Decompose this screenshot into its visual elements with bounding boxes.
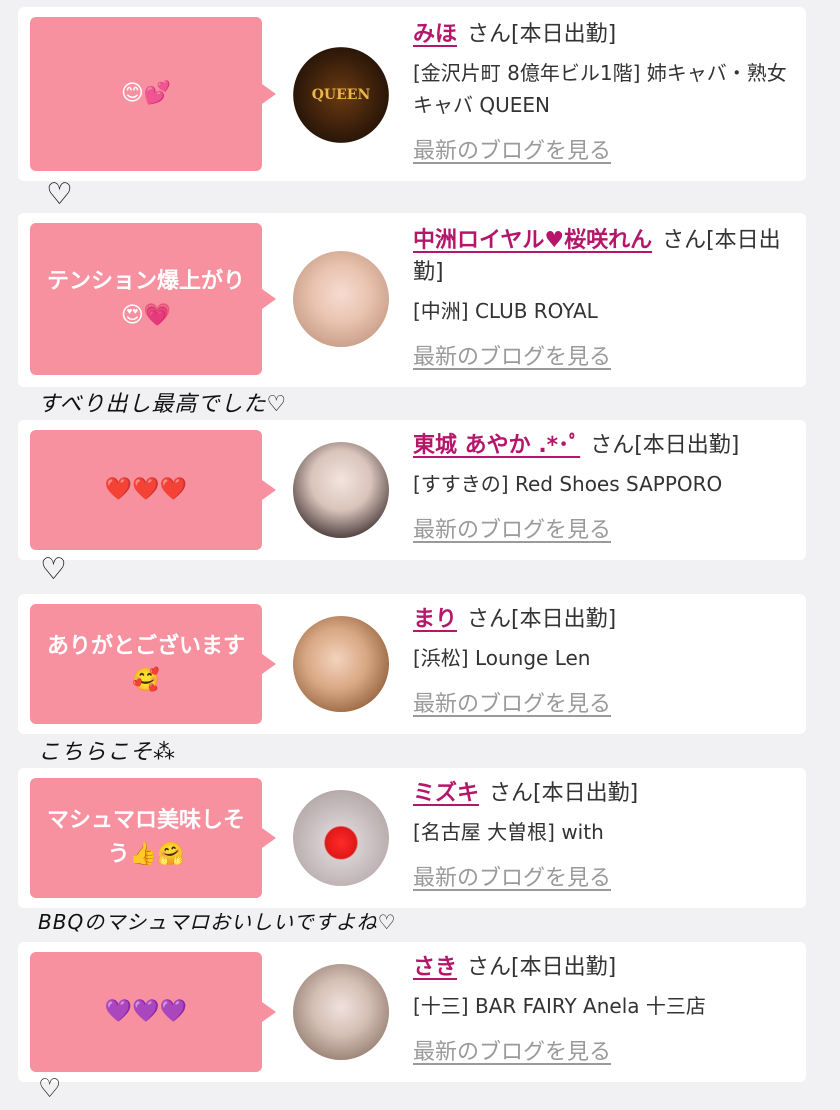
blog-link[interactable]: 最新のブログを見る [413, 339, 611, 371]
blog-link[interactable]: 最新のブログを見る [413, 686, 611, 718]
message-bubble: ありがとございます🥰 [30, 604, 276, 724]
handwritten-note: こちらこそ⁂ [38, 740, 177, 765]
cast-avatar[interactable] [293, 442, 389, 538]
shop-name: [すすきの] Red Shoes SAPPORO [413, 472, 723, 496]
handwritten-note: BBQのマシュマロおいしいですよね♡ [38, 910, 397, 934]
cast-name-link[interactable]: みほ [413, 22, 457, 47]
cast-name-link[interactable]: さき [413, 955, 457, 980]
message-card-3: ❤️❤️❤️ 東城 あやか .*･ﾟ さん[本日出勤] [すすきの] Red Sh… [18, 420, 806, 560]
cast-info: 中洲ロイヤル♥桜咲れん さん[本日出勤] [中洲] CLUB ROYAL 最新のブ… [413, 225, 793, 371]
status-suffix: さん[本日出勤] [467, 607, 617, 632]
blog-link[interactable]: 最新のブログを見る [413, 133, 611, 165]
handwritten-note: ♡ [40, 552, 67, 587]
message-bubble: テンション爆上がり😍💗 [30, 223, 276, 375]
cast-info: ミズキ さん[本日出勤] [名古屋 大曽根] with 最新のブログを見る [413, 778, 793, 892]
message-text: ❤️❤️❤️ [104, 477, 188, 502]
message-text: テンション爆上がり😍💗 [46, 269, 245, 328]
message-text: ありがとございます🥰 [46, 634, 245, 693]
message-text: マシュマロ美味しそう👍🤗 [46, 808, 245, 867]
message-text: 💜💜💜 [104, 999, 188, 1024]
blog-link[interactable]: 最新のブログを見る [413, 860, 611, 892]
handwritten-note: ♡ [38, 1074, 62, 1104]
cast-info: まり さん[本日出勤] [浜松] Lounge Len 最新のブログを見る [413, 604, 793, 718]
handwritten-note: すべり出し最高でした♡ [38, 392, 288, 417]
message-text: 😊💕 [120, 81, 172, 106]
shop-name: [浜松] Lounge Len [413, 646, 591, 670]
message-bubble: ❤️❤️❤️ [30, 430, 276, 550]
blog-link[interactable]: 最新のブログを見る [413, 512, 611, 544]
status-suffix: さん[本日出勤] [467, 22, 617, 47]
message-card-2: テンション爆上がり😍💗 中洲ロイヤル♥桜咲れん さん[本日出勤] [中洲] CLU… [18, 213, 806, 387]
cast-avatar[interactable] [293, 964, 389, 1060]
cast-avatar[interactable] [293, 251, 389, 347]
shop-name: [名古屋 大曽根] with [413, 820, 604, 844]
shop-logo[interactable]: QUEEN [293, 47, 389, 143]
cast-avatar[interactable] [293, 616, 389, 712]
shop-name: [金沢片町 8億年ビル1階] 姉キャバ・熟女キャバ QUEEN [413, 61, 787, 117]
blog-link[interactable]: 最新のブログを見る [413, 1034, 611, 1066]
status-suffix: さん[本日出勤] [489, 781, 639, 806]
cast-info: さき さん[本日出勤] [十三] BAR FAIRY Anela 十三店 最新のブ… [413, 952, 793, 1066]
handwritten-note: ♡ [46, 177, 73, 212]
message-card-5: マシュマロ美味しそう👍🤗 ミズキ さん[本日出勤] [名古屋 大曽根] with … [18, 768, 806, 908]
status-suffix: さん[本日出勤] [467, 955, 617, 980]
message-card-4: ありがとございます🥰 まり さん[本日出勤] [浜松] Lounge Len 最新… [18, 594, 806, 734]
cast-name-link[interactable]: まり [413, 607, 457, 632]
shop-name: [十三] BAR FAIRY Anela 十三店 [413, 994, 706, 1018]
shop-name: [中洲] CLUB ROYAL [413, 299, 598, 323]
status-suffix: さん[本日出勤] [590, 433, 740, 458]
logo-text: QUEEN [311, 87, 371, 103]
cast-info: 東城 あやか .*･ﾟ さん[本日出勤] [すすきの] Red Shoes SAP… [413, 430, 793, 544]
cast-name-link[interactable]: 中洲ロイヤル♥桜咲れん [413, 228, 652, 253]
message-bubble: 💜💜💜 [30, 952, 276, 1072]
message-bubble: 😊💕 [30, 17, 276, 171]
message-card-6: 💜💜💜 さき さん[本日出勤] [十三] BAR FAIRY Anela 十三店 … [18, 942, 806, 1082]
cast-name-link[interactable]: 東城 あやか .*･ﾟ [413, 433, 580, 458]
cast-avatar[interactable] [293, 790, 389, 886]
cast-name-link[interactable]: ミズキ [413, 781, 479, 806]
message-bubble: マシュマロ美味しそう👍🤗 [30, 778, 276, 898]
cast-info: みほ さん[本日出勤] [金沢片町 8億年ビル1階] 姉キャバ・熟女キャバ QUE… [413, 19, 793, 165]
message-card-1: 😊💕 QUEEN みほ さん[本日出勤] [金沢片町 8億年ビル1階] 姉キャバ・… [18, 7, 806, 181]
